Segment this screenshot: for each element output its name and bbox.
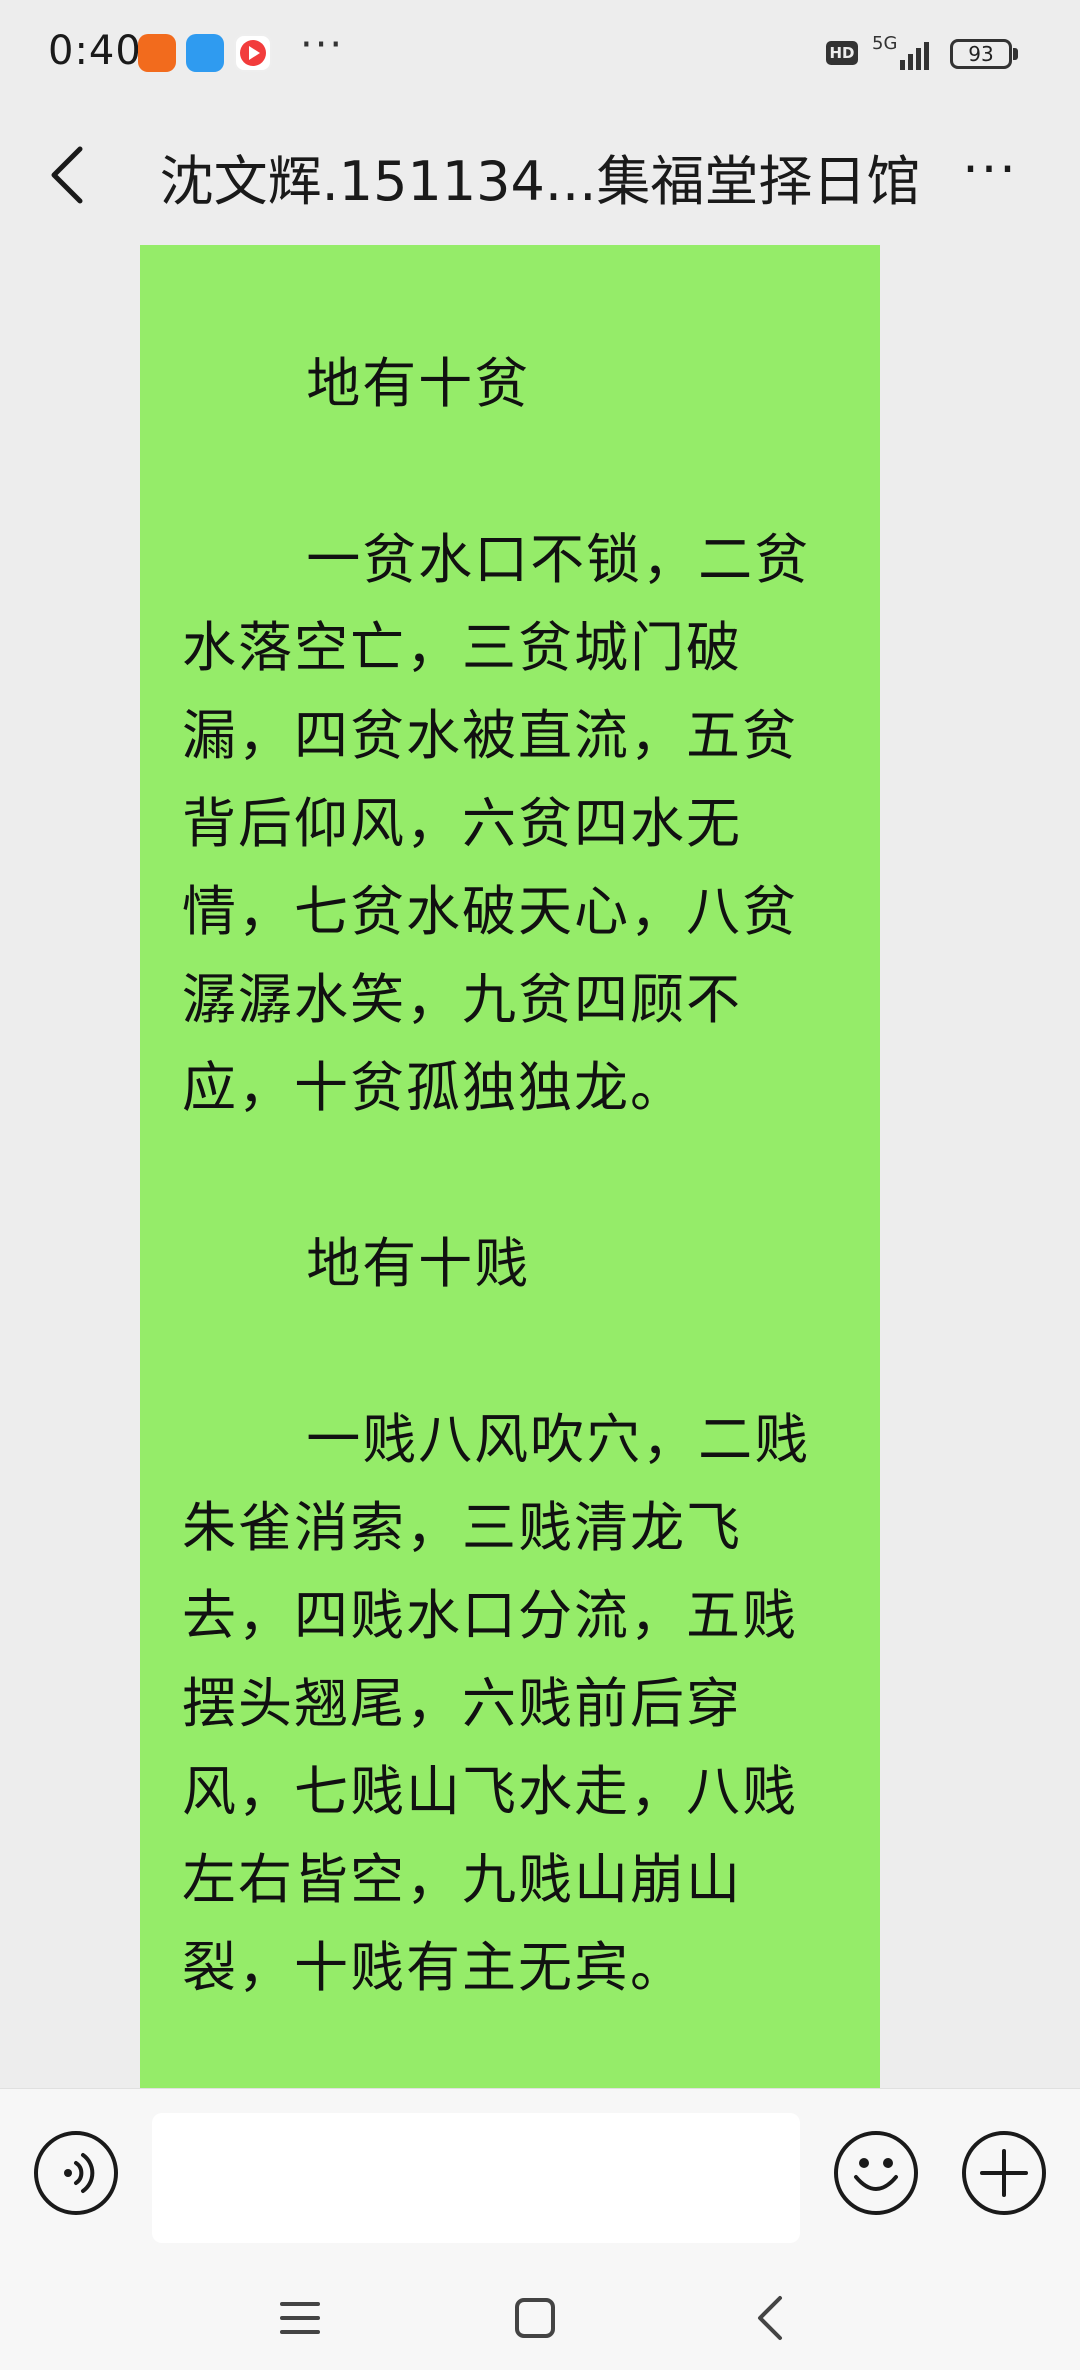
message-bubble[interactable]: 地有十贫 一贫水口不锁，二贫水落空亡，三贫城门破漏，四贫水被直流，五贫背后仰风，…	[140, 245, 880, 2088]
chat-header: 沈文辉.151134...集福堂择日馆 ···	[0, 105, 1080, 245]
message-paragraph: 一贱八风吹穴，二贱朱雀消索，三贱清龙飞去，四贱水口分流，五贱摆头翘尾，六贱前后穿…	[182, 1408, 811, 1999]
status-bar: 0:40 ··· HD 5G 93	[0, 0, 1080, 105]
message-heading: 地有十贫	[306, 352, 531, 415]
app-icon-orange	[138, 34, 176, 72]
chevron-left-icon	[51, 146, 83, 204]
nav-home-button[interactable]	[505, 2288, 565, 2348]
add-button[interactable]	[962, 2131, 1046, 2215]
message-paragraph: 一贫水口不锁，二贫水落空亡，三贫城门破漏，四贫水被直流，五贫背后仰风，六贫四水无…	[182, 528, 811, 1119]
chat-title: 沈文辉.151134...集福堂择日馆	[159, 150, 921, 213]
battery-tip	[1013, 48, 1018, 60]
plus-icon	[980, 2149, 1028, 2197]
chat-message-list[interactable]: 地有十贫 一贫水口不锁，二贫水落空亡，三贫城门破漏，四贫水被直流，五贫背后仰风，…	[0, 245, 1080, 2088]
system-nav-bar	[0, 2258, 1080, 2370]
signal-icon	[900, 42, 929, 70]
status-time: 0:40	[48, 28, 142, 74]
message-heading: 地有十贱	[306, 1232, 531, 1295]
nav-menu-button[interactable]	[270, 2288, 330, 2348]
voice-icon	[64, 2153, 95, 2193]
message-input[interactable]	[152, 2113, 800, 2243]
back-button[interactable]	[40, 135, 100, 215]
battery-level: 93	[968, 42, 994, 66]
smiley-icon	[854, 2158, 898, 2191]
battery-icon: 93	[950, 39, 1012, 69]
square-icon	[515, 2298, 555, 2338]
app-icon-blue	[186, 34, 224, 72]
triangle-back-icon	[758, 2296, 782, 2340]
input-bar	[0, 2088, 1080, 2258]
more-options-button[interactable]: ···	[950, 135, 1030, 215]
emoji-button[interactable]	[834, 2131, 918, 2215]
nav-back-button[interactable]	[740, 2288, 800, 2348]
hd-icon: HD	[826, 41, 858, 65]
app-icon-red	[234, 34, 272, 72]
voice-button[interactable]	[34, 2131, 118, 2215]
menu-icon	[280, 2302, 320, 2334]
notification-more-icon: ···	[300, 22, 345, 68]
